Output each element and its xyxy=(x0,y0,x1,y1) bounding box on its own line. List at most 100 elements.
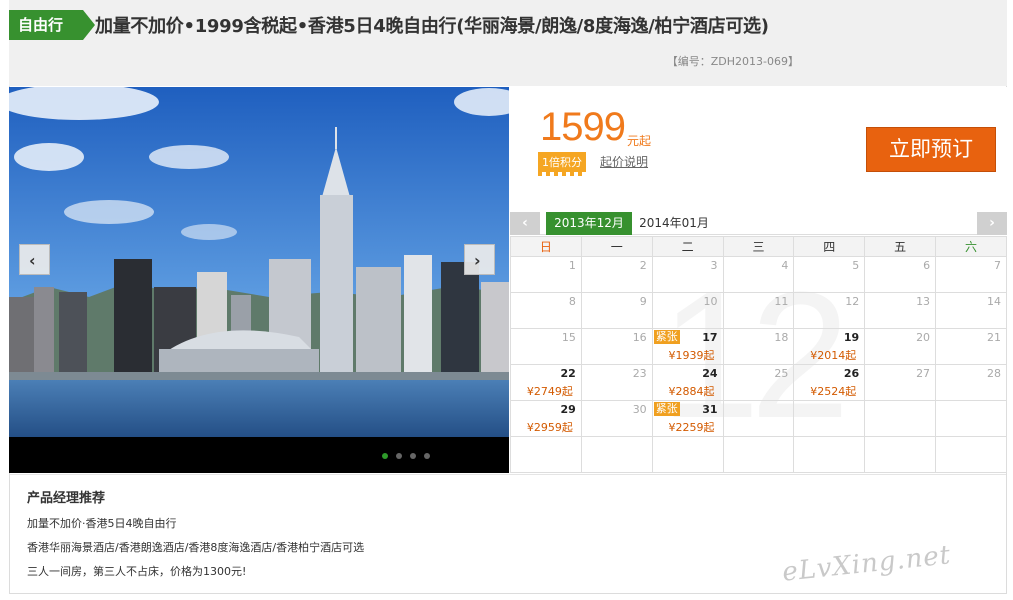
book-now-button[interactable]: 立即预订 xyxy=(866,127,996,172)
day-number: 10 xyxy=(703,295,718,308)
weekday-header: 六 xyxy=(935,236,1007,257)
day-number: 3 xyxy=(710,259,718,272)
calendar-month-nav: ‹ 2013年12月 2014年01月 › xyxy=(510,212,1007,235)
calendar-day: 23 xyxy=(580,364,653,401)
price-note-link[interactable]: 起价说明 xyxy=(600,153,648,170)
calendar-day: 21 xyxy=(935,328,1007,365)
weekday-header: 日 xyxy=(510,236,582,257)
product-title: 加量不加价•1999含税起•香港5日4晚自由行(华丽海景/朗逸/8度海逸/柏宁酒… xyxy=(95,16,769,37)
day-number: 13 xyxy=(916,295,931,308)
day-number: 18 xyxy=(774,331,789,344)
day-number: 9 xyxy=(639,295,647,308)
calendar-grid: 日一二三四五六 1 2 3 4 5 6 7 8 9 10 11 12 13 14 15 16 17 紧张 ¥1939… xyxy=(510,236,1007,473)
day-number: 12 xyxy=(845,295,860,308)
day-number: 29 xyxy=(560,403,576,416)
recommendation-line: 香港华丽海景酒店/香港朗逸酒店/香港8度海逸酒店/香港柏宁酒店可选 xyxy=(27,541,365,554)
calendar-day: 27 xyxy=(864,364,937,401)
page-header: 自由行 加量不加价•1999含税起•香港5日4晚自由行(华丽海景/朗逸/8度海逸… xyxy=(9,0,1007,86)
calendar-day xyxy=(510,436,582,473)
day-price: ¥1939起 xyxy=(668,349,715,362)
day-number: 16 xyxy=(632,331,647,344)
hong-kong-skyline-photo xyxy=(9,87,509,437)
calendar-day-available[interactable]: 31 紧张 ¥2259起 xyxy=(651,400,724,437)
calendar-day: 1 xyxy=(510,256,582,293)
calendar-day-available[interactable]: 19 ¥2014起 xyxy=(793,328,866,365)
day-number: 21 xyxy=(987,331,1001,344)
day-number: 31 xyxy=(702,403,718,416)
day-number: 15 xyxy=(561,331,576,344)
calendar-day: 8 xyxy=(510,292,582,329)
day-number: 5 xyxy=(852,259,860,272)
day-number: 20 xyxy=(916,331,931,344)
price-amount: 1599 xyxy=(540,105,626,149)
recommendation-line: 三人一间房，第三人不占床，价格为1300元! xyxy=(27,565,247,578)
price-calendar: ‹ 2013年12月 2014年01月 › 12 日一二三四五六 1234567… xyxy=(510,212,1007,473)
weekday-header: 一 xyxy=(580,236,653,257)
calendar-day-available[interactable]: 26 ¥2524起 xyxy=(793,364,866,401)
calendar-day xyxy=(722,436,795,473)
calendar-day: 15 xyxy=(510,328,582,365)
calendar-day: 13 xyxy=(864,292,937,329)
day-number: 30 xyxy=(632,403,647,416)
chevron-right-icon: › xyxy=(474,251,481,270)
carousel-dot-2[interactable] xyxy=(396,453,402,459)
weekday-header: 二 xyxy=(651,236,724,257)
chevron-left-icon: ‹ xyxy=(29,251,36,270)
day-number: 17 xyxy=(702,331,718,344)
calendar-day xyxy=(722,400,795,437)
calendar-day: 2 xyxy=(580,256,653,293)
calendar-day xyxy=(793,436,866,473)
day-price: ¥2014起 xyxy=(810,349,857,362)
calendar-day-available[interactable]: 17 紧张 ¥1939起 xyxy=(651,328,724,365)
day-number: 19 xyxy=(843,331,860,344)
weekday-header: 四 xyxy=(793,236,866,257)
manager-recommendation: 产品经理推荐 加量不加价·香港5日4晚自由行 香港华丽海景酒店/香港朗逸酒店/香… xyxy=(10,474,1006,593)
calendar-day: 28 xyxy=(935,364,1007,401)
calendar-day-available[interactable]: 24 ¥2884起 xyxy=(651,364,724,401)
calendar-day: 11 xyxy=(722,292,795,329)
recommendation-line: 加量不加价·香港5日4晚自由行 xyxy=(27,517,177,530)
calendar-day: 6 xyxy=(864,256,937,293)
day-number: 6 xyxy=(923,259,931,272)
calendar-day: 25 xyxy=(722,364,795,401)
day-number: 2 xyxy=(639,259,647,272)
day-number: 1 xyxy=(568,259,576,272)
price-unit: 元起 xyxy=(627,134,652,148)
carousel-dot-3[interactable] xyxy=(410,453,416,459)
calendar-day xyxy=(935,400,1007,437)
scarce-badge: 紧张 xyxy=(653,330,680,344)
month-tab-active[interactable]: 2013年12月 xyxy=(546,212,632,235)
calendar-day xyxy=(935,436,1007,473)
day-number: 14 xyxy=(987,295,1001,308)
month-tab-next[interactable]: 2014年01月 xyxy=(634,212,714,235)
calendar-day-available[interactable]: 29 ¥2959起 xyxy=(510,400,582,437)
calendar-prev-button[interactable]: ‹ xyxy=(510,212,540,235)
recommendation-title: 产品经理推荐 xyxy=(27,491,106,506)
day-price: ¥2884起 xyxy=(668,385,715,398)
scarce-badge: 紧张 xyxy=(653,402,680,416)
day-number: 8 xyxy=(568,295,576,308)
points-badge: 1倍积分 xyxy=(538,152,586,176)
carousel-prev-button[interactable]: ‹ xyxy=(19,244,50,275)
category-tag: 自由行 xyxy=(9,10,95,40)
calendar-next-button[interactable]: › xyxy=(977,212,1007,235)
calendar-day: 16 xyxy=(580,328,653,365)
calendar-day: 7 xyxy=(935,256,1007,293)
calendar-day: 3 xyxy=(651,256,724,293)
weekday-header: 三 xyxy=(722,236,795,257)
calendar-day-available[interactable]: 22 ¥2749起 xyxy=(510,364,582,401)
carousel-next-button[interactable]: › xyxy=(464,244,495,275)
carousel-dots xyxy=(382,453,430,459)
carousel-dot-4[interactable] xyxy=(424,453,430,459)
carousel-dot-1[interactable] xyxy=(382,453,388,459)
photo-carousel: ‹ › xyxy=(9,87,509,473)
product-code: 【编号：ZDH2013-069】 xyxy=(666,55,799,68)
day-number: 25 xyxy=(774,367,789,380)
calendar-day xyxy=(793,400,866,437)
day-price: ¥2749起 xyxy=(526,385,573,398)
day-number: 26 xyxy=(843,367,860,380)
calendar-day: 4 xyxy=(722,256,795,293)
calendar-day: 18 xyxy=(722,328,795,365)
day-number: 28 xyxy=(987,367,1001,380)
day-number: 7 xyxy=(994,259,1001,272)
